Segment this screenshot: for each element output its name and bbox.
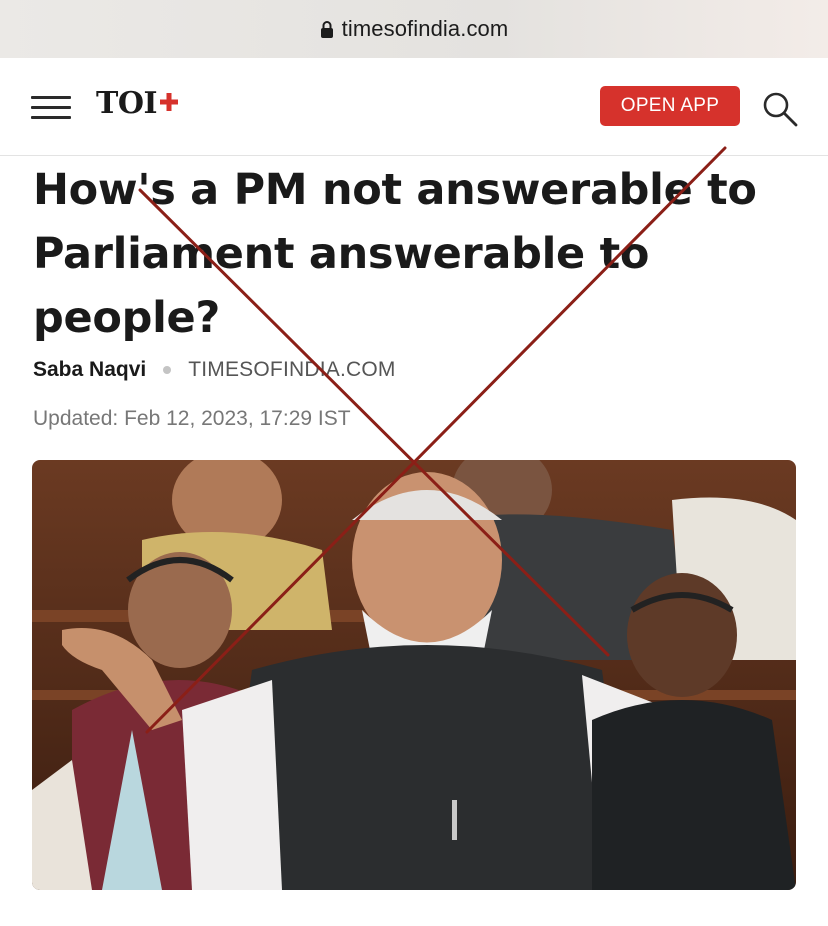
article-photo	[32, 460, 796, 890]
url-domain: timesofindia.com	[341, 16, 509, 41]
article-headline: How's a PM not answerable to Parliament …	[33, 165, 757, 343]
separator-dot	[163, 366, 172, 374]
toi-plus-logo[interactable]: TOI	[96, 86, 178, 121]
source-label: TIMESOFINDIA.COM	[188, 358, 396, 381]
byline: Saba Naqvi TIMESOFINDIA.COM	[33, 358, 396, 382]
lock-icon	[320, 21, 333, 38]
plus-icon	[160, 92, 178, 111]
open-app-button[interactable]: OPEN APP	[600, 86, 740, 126]
browser-url-bar[interactable]: timesofindia.com	[0, 0, 828, 58]
hamburger-menu-icon[interactable]	[31, 94, 73, 124]
logo-text: TOI	[96, 86, 158, 121]
author-name[interactable]: Saba Naqvi	[33, 358, 146, 382]
updated-timestamp: Updated: Feb 12, 2023, 17:29 IST	[33, 407, 351, 430]
search-icon[interactable]	[762, 91, 798, 127]
site-header: TOI OPEN APP	[0, 58, 828, 156]
